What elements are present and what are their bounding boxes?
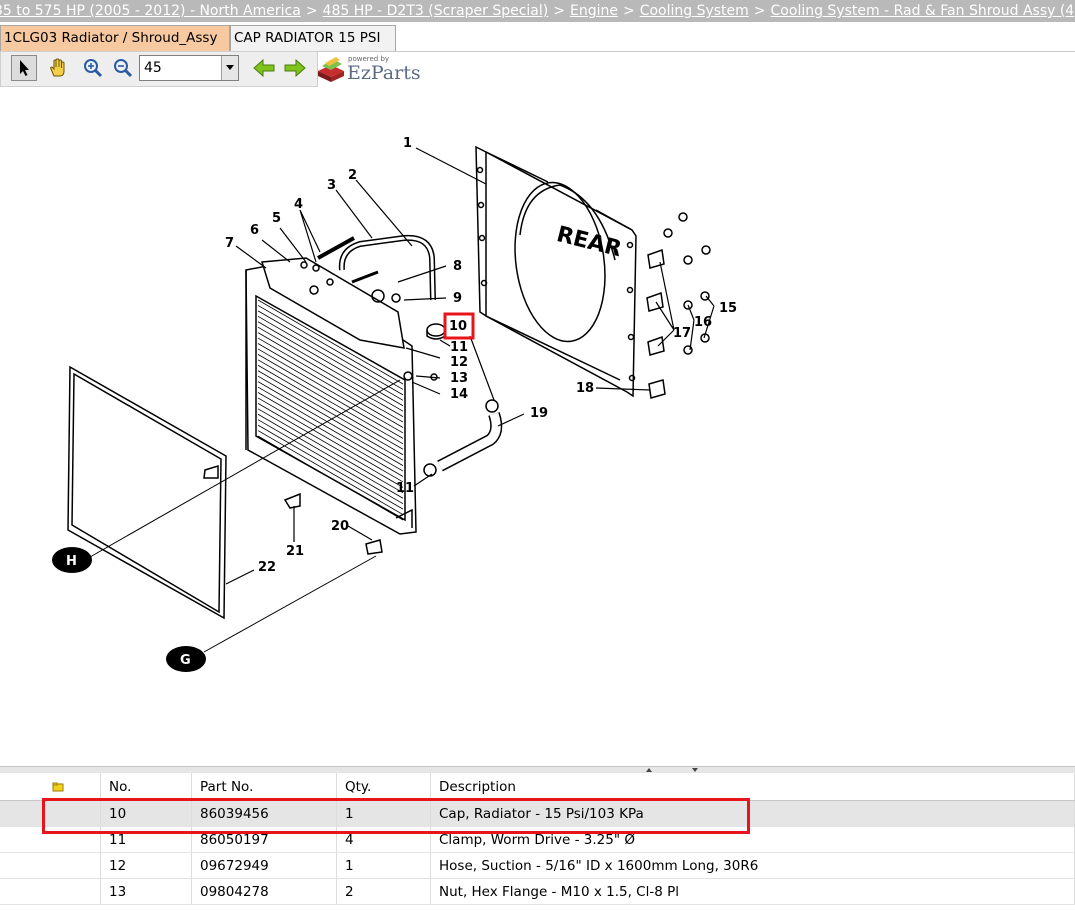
hand-pan-icon xyxy=(50,58,65,77)
callout-18[interactable]: 18 xyxy=(576,381,594,396)
view-reference-h[interactable]: H xyxy=(52,547,92,573)
callout-10[interactable]: 10 xyxy=(449,319,467,334)
forward-arrow-icon xyxy=(284,59,306,77)
callout-12[interactable]: 12 xyxy=(450,355,468,370)
callout-16[interactable]: 16 xyxy=(694,315,712,330)
pan-tool-button[interactable] xyxy=(45,55,71,81)
callout-11[interactable]: 11 xyxy=(450,340,468,355)
cell-no: 12 xyxy=(100,852,192,879)
breadcrumb-separator: > xyxy=(553,3,565,19)
callout-7[interactable]: 7 xyxy=(225,236,234,251)
breadcrumb-item-model[interactable]: 35 to 575 HP (2005 - 2012) - North Ameri… xyxy=(0,3,301,19)
tab-bar: 1CLG03 Radiator / Shroud_Assy CAP RADIAT… xyxy=(0,22,1075,52)
cell-qty: 1 xyxy=(336,852,431,879)
table-row[interactable]: 11 86050197 4 Clamp, Worm Drive - 3.25" … xyxy=(0,826,1075,853)
cell-description: Hose, Suction - 5/16" ID x 1600mm Long, … xyxy=(430,852,1075,879)
zoom-in-icon xyxy=(84,59,103,78)
zoom-out-button[interactable] xyxy=(110,55,136,81)
cell-no: 13 xyxy=(100,878,192,905)
back-arrow-icon xyxy=(253,59,275,77)
table-header-icon-col[interactable] xyxy=(0,773,101,801)
cell-no: 11 xyxy=(100,826,192,853)
chevron-down-icon xyxy=(226,65,234,70)
callout-2[interactable]: 2 xyxy=(348,168,357,183)
column-header-no[interactable]: No. xyxy=(100,773,192,801)
exploded-parts-drawing[interactable]: REAR 1 2 3 4 5 6 7 8 9 10 11 12 13 14 15… xyxy=(0,86,1075,766)
parts-box-icon xyxy=(318,57,344,82)
callout-11-lower[interactable]: 11 xyxy=(396,481,414,496)
table-row[interactable]: 13 09804278 2 Nut, Hex Flange - M10 x 1.… xyxy=(0,878,1075,905)
breadcrumb-item-engine[interactable]: Engine xyxy=(570,3,618,19)
parts-list-table: No. Part No. Qty. Description 10 8603945… xyxy=(0,773,1075,905)
callout-14[interactable]: 14 xyxy=(450,387,468,402)
breadcrumb-separator: > xyxy=(622,3,635,19)
cell-qty: 4 xyxy=(336,826,431,853)
column-header-description[interactable]: Description xyxy=(430,773,1075,801)
view-h-label: H xyxy=(66,554,77,569)
table-row-icon-cell xyxy=(0,826,101,853)
table-row[interactable]: 12 09672949 1 Hose, Suction - 5/16" ID x… xyxy=(0,852,1075,879)
cell-description: Nut, Hex Flange - M10 x 1.5, Cl-8 Pl xyxy=(430,878,1075,905)
table-row-icon-cell xyxy=(0,800,101,827)
cell-description: Cap, Radiator - 15 Psi/103 KPa xyxy=(430,800,1075,827)
callout-3[interactable]: 3 xyxy=(327,178,336,193)
cell-qty: 2 xyxy=(336,878,431,905)
breadcrumb-item-rad-fan-shroud[interactable]: Cooling System - Rad & Fan Shroud Assy (… xyxy=(771,3,1075,19)
cell-part-no: 09672949 xyxy=(191,852,337,879)
table-row[interactable]: 10 86039456 1 Cap, Radiator - 15 Psi/103… xyxy=(0,800,1075,827)
pointer-tool-button[interactable] xyxy=(11,55,37,81)
ezparts-logo: powered by EzParts xyxy=(316,55,426,85)
zoom-level-input[interactable] xyxy=(140,56,226,80)
zoom-dropdown-button[interactable] xyxy=(221,56,238,80)
next-button[interactable] xyxy=(282,55,308,81)
cell-part-no: 86039456 xyxy=(191,800,337,827)
callout-20[interactable]: 20 xyxy=(331,519,349,534)
pointer-icon xyxy=(20,60,29,76)
cell-no: 10 xyxy=(100,800,192,827)
callout-13[interactable]: 13 xyxy=(450,371,468,386)
callout-21[interactable]: 21 xyxy=(286,544,304,559)
folder-note-icon xyxy=(52,782,64,791)
breadcrumb-separator: > xyxy=(305,3,318,19)
cell-description: Clamp, Worm Drive - 3.25" Ø xyxy=(430,826,1075,853)
callout-5[interactable]: 5 xyxy=(272,211,281,226)
table-row-icon-cell xyxy=(0,878,101,905)
brand-name: EzParts xyxy=(347,62,421,84)
radiator-assembly-diagram[interactable]: REAR 1 2 3 4 5 6 7 8 9 10 11 12 13 14 15… xyxy=(0,86,1075,766)
breadcrumb: 35 to 575 HP (2005 - 2012) - North Ameri… xyxy=(0,0,1075,22)
view-g-label: G xyxy=(180,653,191,668)
column-header-qty[interactable]: Qty. xyxy=(336,773,431,801)
view-reference-g[interactable]: G xyxy=(166,646,206,672)
callout-6[interactable]: 6 xyxy=(250,223,259,238)
radiator-cap-part[interactable] xyxy=(426,323,446,340)
lower-hose-part[interactable] xyxy=(437,412,503,472)
callout-15[interactable]: 15 xyxy=(719,301,737,316)
callout-22[interactable]: 22 xyxy=(258,560,276,575)
tab-radiator-shroud-assy[interactable]: 1CLG03 Radiator / Shroud_Assy xyxy=(0,25,230,51)
breadcrumb-item-cooling-system[interactable]: Cooling System xyxy=(640,3,749,19)
cell-qty: 1 xyxy=(336,800,431,827)
breadcrumb-item-variant[interactable]: 485 HP - D2T3 (Scraper Special) xyxy=(323,3,549,19)
zoom-in-button[interactable] xyxy=(80,55,106,81)
cell-part-no: 86050197 xyxy=(191,826,337,853)
column-header-part-no[interactable]: Part No. xyxy=(191,773,337,801)
callout-17[interactable]: 17 xyxy=(673,326,691,341)
table-row-icon-cell xyxy=(0,852,101,879)
table-header-row: No. Part No. Qty. Description xyxy=(0,773,1075,801)
callout-8[interactable]: 8 xyxy=(453,259,462,274)
zoom-out-icon xyxy=(114,59,133,78)
cell-part-no: 09804278 xyxy=(191,878,337,905)
callout-1[interactable]: 1 xyxy=(403,136,412,151)
fan-shroud-part[interactable] xyxy=(475,145,637,398)
previous-button[interactable] xyxy=(251,55,277,81)
breadcrumb-separator: > xyxy=(753,3,766,19)
callout-9[interactable]: 9 xyxy=(453,291,462,306)
callout-4[interactable]: 4 xyxy=(294,197,303,212)
viewer-toolbar xyxy=(0,51,318,87)
callout-19[interactable]: 19 xyxy=(530,406,548,421)
tab-cap-radiator[interactable]: CAP RADIATOR 15 PSI xyxy=(230,25,396,51)
zoom-level-select[interactable] xyxy=(139,55,239,81)
